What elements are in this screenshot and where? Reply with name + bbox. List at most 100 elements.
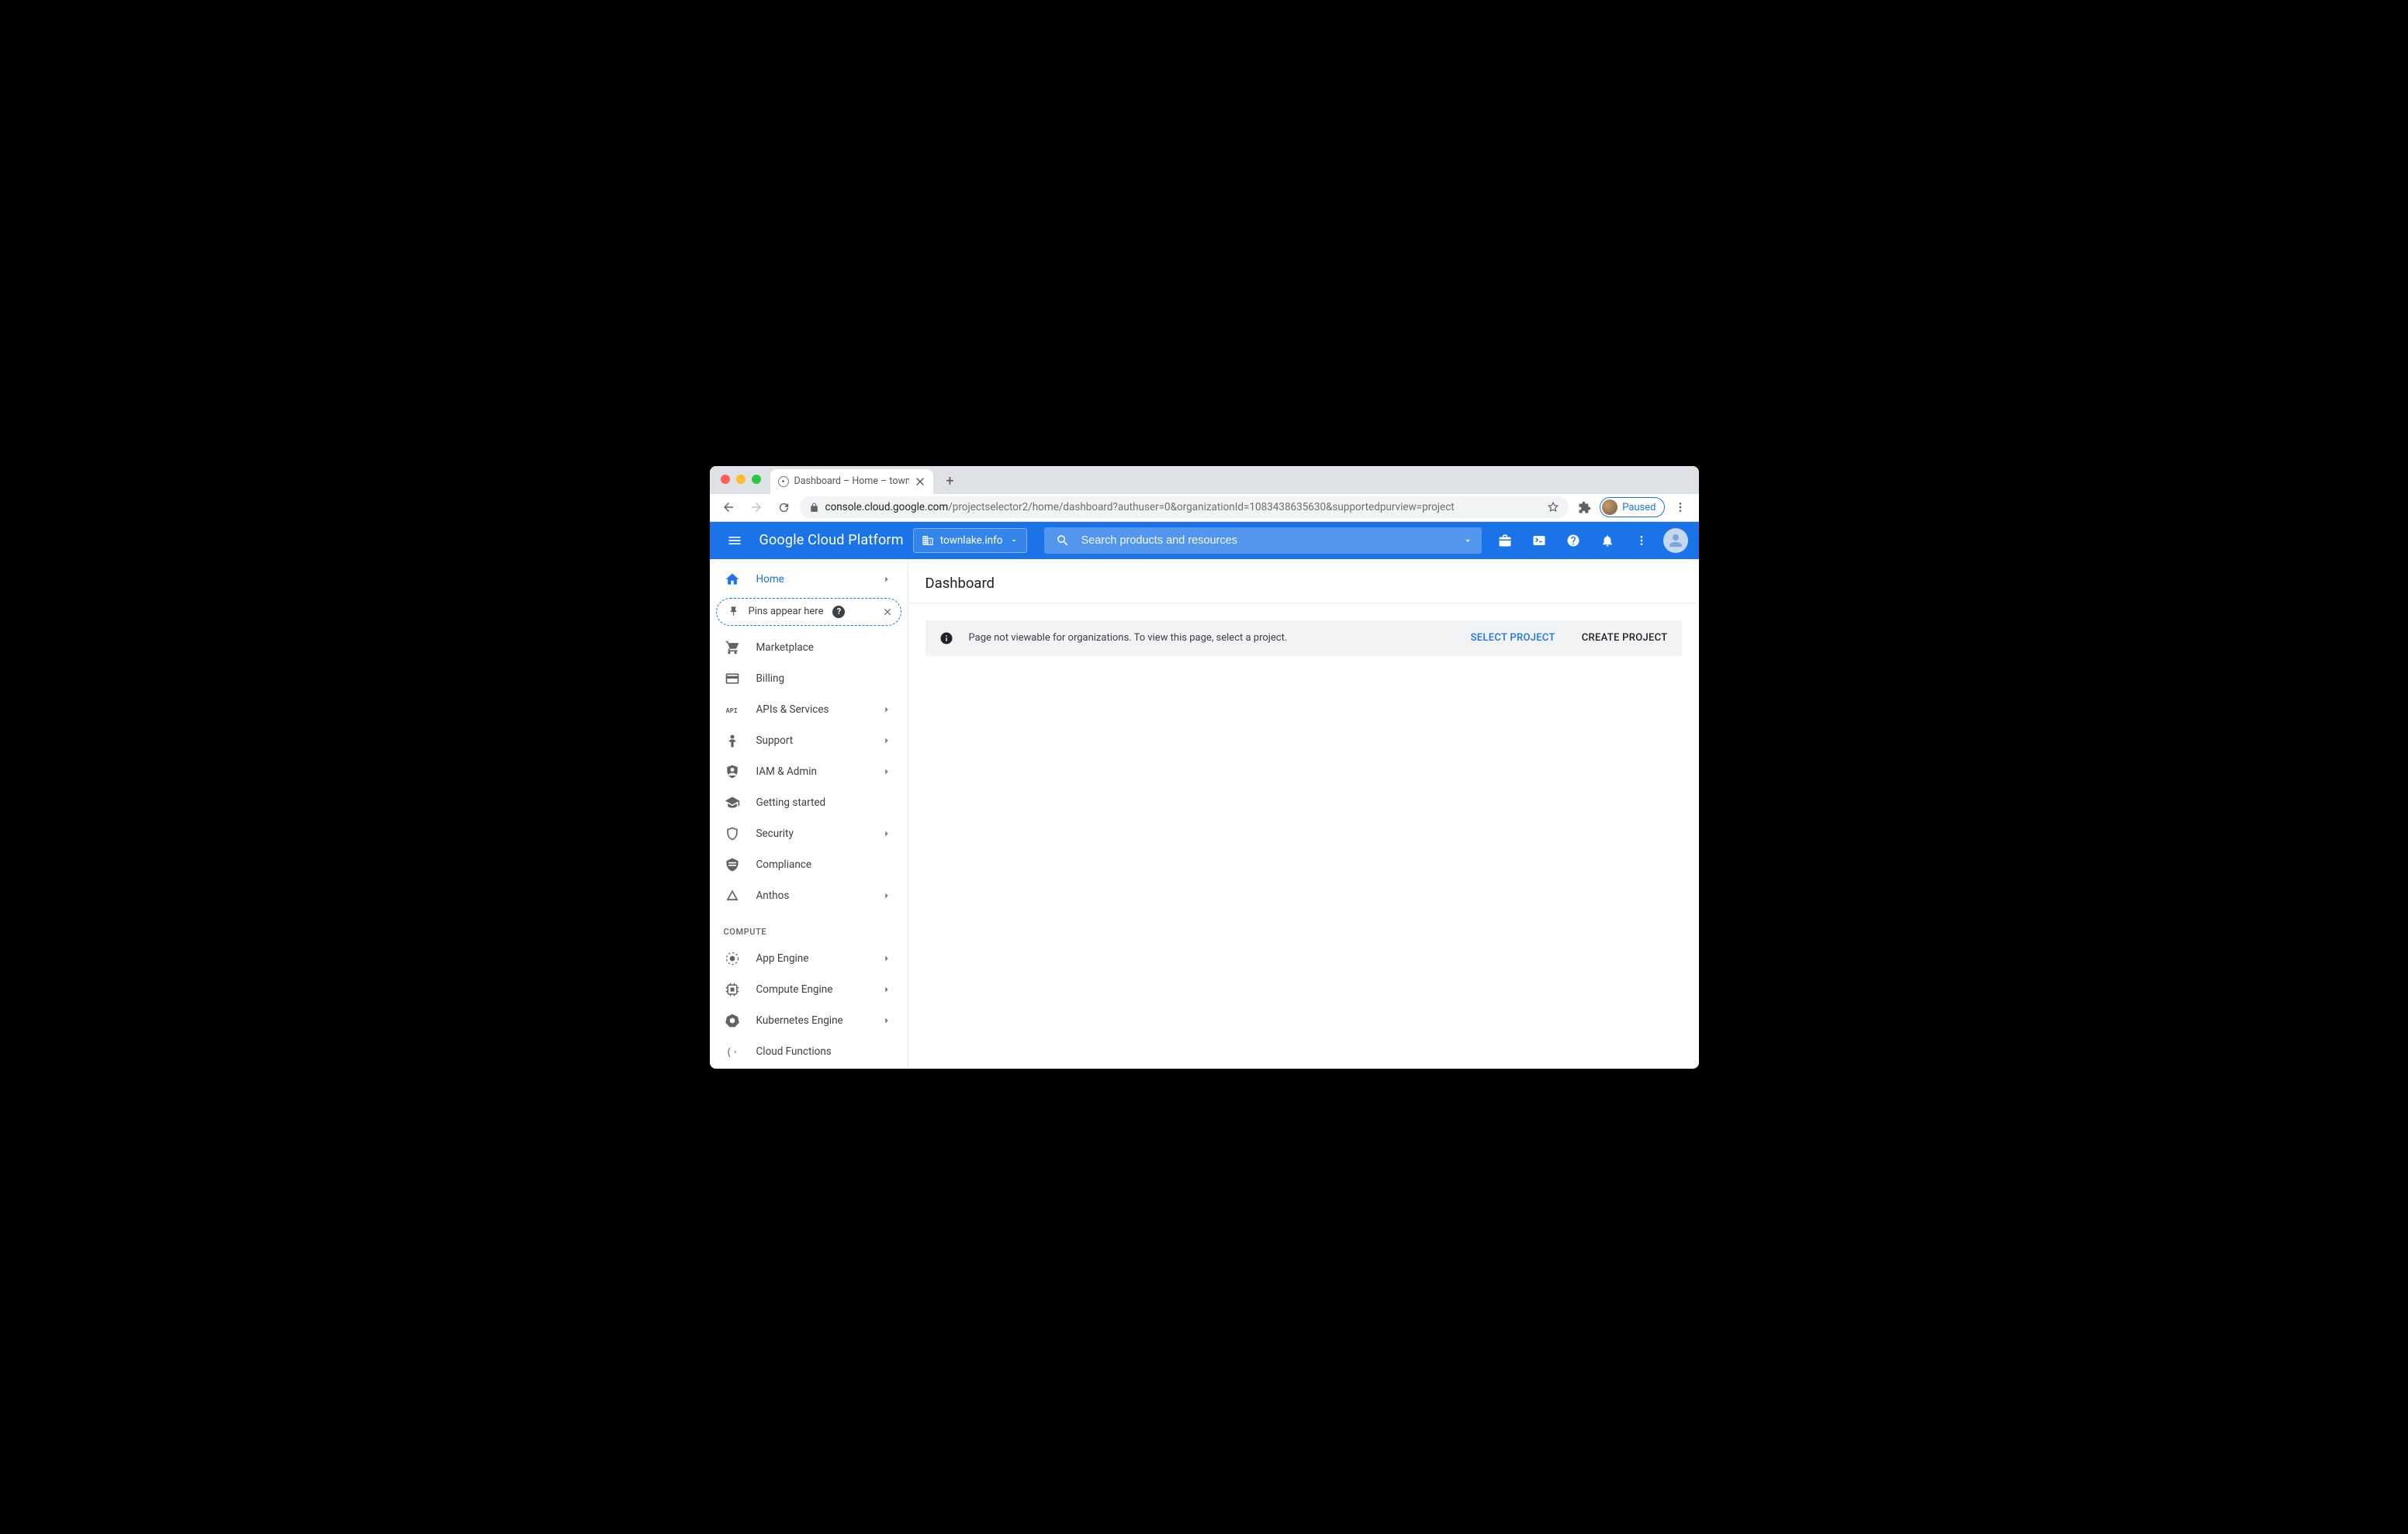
functions-icon — [724, 1043, 741, 1060]
chevron-right-icon — [881, 766, 892, 777]
gcp-header: Google Cloud Platform townlake.info — [710, 522, 1699, 559]
tab-title: Dashboard – Home – townlake — [794, 475, 909, 487]
free-trial-icon[interactable] — [1491, 527, 1519, 555]
compliance-icon — [724, 856, 741, 873]
sidebar-item-label: Getting started — [756, 796, 892, 809]
sidebar-item-anthos[interactable]: Anthos — [710, 880, 908, 911]
account-avatar[interactable] — [1662, 527, 1690, 555]
new-tab-button[interactable]: + — [939, 471, 961, 492]
anthos-icon — [724, 887, 741, 904]
project-picker[interactable]: townlake.info — [913, 528, 1027, 553]
maximize-window-button[interactable] — [752, 475, 761, 484]
reload-button[interactable] — [772, 495, 797, 520]
search-dropdown-button[interactable] — [1454, 535, 1482, 546]
sidebar-item-label: Cloud Functions — [756, 1045, 892, 1058]
sidebar-item-label: Anthos — [756, 890, 866, 902]
window-controls — [721, 475, 761, 484]
sidebar-item-label: Billing — [756, 672, 892, 685]
info-banner: Page not viewable for organizations. To … — [925, 620, 1682, 656]
info-icon — [939, 631, 953, 645]
grad-icon — [724, 794, 741, 811]
sidebar-item-label: APIs & Services — [756, 703, 866, 716]
sidebar-section-compute: COMPUTE — [710, 911, 908, 943]
sidebar-item-compliance[interactable]: Compliance — [710, 849, 908, 880]
forward-button[interactable] — [744, 495, 769, 520]
header-utilities — [1491, 527, 1690, 555]
notifications-icon[interactable] — [1593, 527, 1621, 555]
iam-icon — [724, 763, 741, 780]
extensions-button[interactable] — [1572, 501, 1597, 514]
organization-icon — [922, 534, 934, 547]
sidebar-item-label: Kubernetes Engine — [756, 1014, 866, 1027]
banner-message: Page not viewable for organizations. To … — [969, 632, 1455, 644]
sidebar-item-compute-engine[interactable]: Compute Engine — [710, 974, 908, 1005]
close-tab-button[interactable] — [915, 476, 925, 487]
tab-favicon-icon — [778, 476, 789, 487]
sidebar-item-label: App Engine — [756, 952, 866, 965]
brand-logo[interactable]: Google Cloud Platform — [759, 532, 904, 548]
search-input[interactable] — [1081, 534, 1449, 547]
chevron-right-icon — [881, 574, 892, 585]
sidebar-item-billing[interactable]: Billing — [710, 663, 908, 694]
sidebar-item-label: Home — [756, 573, 866, 586]
profile-paused-button[interactable]: Paused — [1600, 497, 1664, 517]
support-icon — [724, 732, 741, 749]
page-title: Dashboard — [908, 559, 1699, 603]
pins-help-button[interactable]: ? — [832, 606, 845, 618]
sidebar-item-getting-started[interactable]: Getting started — [710, 787, 908, 818]
sidebar-item-support[interactable]: Support — [710, 725, 908, 756]
billing-icon — [724, 670, 741, 687]
minimize-window-button[interactable] — [736, 475, 746, 484]
profile-avatar-icon — [1602, 499, 1617, 515]
chevron-right-icon — [881, 735, 892, 746]
compute-icon — [724, 981, 741, 998]
close-window-button[interactable] — [721, 475, 730, 484]
cart-icon — [724, 639, 741, 656]
project-name: townlake.info — [940, 534, 1003, 547]
sidebar-item-label: Marketplace — [756, 641, 892, 654]
chevron-right-icon — [881, 890, 892, 901]
sidebar-item-security[interactable]: Security — [710, 818, 908, 849]
sidebar-item-marketplace[interactable]: Marketplace — [710, 632, 908, 663]
address-field[interactable]: console.cloud.google.com/projectselector… — [800, 496, 1569, 518]
nav-menu-button[interactable] — [719, 525, 750, 556]
bookmark-star-icon[interactable] — [1547, 501, 1559, 513]
sidebar: Home Pins appear here ? Marketplace Billi… — [710, 559, 908, 1069]
sidebar-item-app-engine[interactable]: App Engine — [710, 943, 908, 974]
sidebar-item-apis-services[interactable]: APIs & Services — [710, 694, 908, 725]
sidebar-item-kubernetes-engine[interactable]: Kubernetes Engine — [710, 1005, 908, 1036]
search-icon — [1049, 530, 1077, 551]
security-icon — [724, 825, 741, 842]
browser-menu-button[interactable] — [1668, 501, 1693, 513]
sidebar-item-label: Compute Engine — [756, 983, 866, 996]
caret-down-icon — [1009, 536, 1019, 545]
browser-tab[interactable]: Dashboard – Home – townlake — [770, 469, 933, 494]
home-icon — [724, 571, 741, 588]
address-bar-row: console.cloud.google.com/projectselector… — [710, 494, 1699, 522]
overflow-menu-icon[interactable] — [1628, 527, 1656, 555]
create-project-button[interactable]: CREATE PROJECT — [1582, 632, 1668, 644]
pins-notice-text: Pins appear here — [749, 606, 824, 617]
help-icon[interactable] — [1559, 527, 1587, 555]
chevron-right-icon — [881, 1015, 892, 1026]
chevron-right-icon — [881, 704, 892, 715]
lock-icon — [809, 503, 819, 513]
sidebar-item-label: Support — [756, 734, 866, 747]
browser-window: Dashboard – Home – townlake + console.cl… — [710, 466, 1699, 1069]
chevron-right-icon — [881, 984, 892, 995]
sidebar-item-home[interactable]: Home — [710, 564, 908, 595]
tab-bar: Dashboard – Home – townlake + — [710, 466, 1699, 494]
cloud-shell-icon[interactable] — [1525, 527, 1553, 555]
pins-close-button[interactable] — [882, 606, 893, 617]
sidebar-item-cloud-functions[interactable]: Cloud Functions — [710, 1036, 908, 1067]
paused-label: Paused — [1622, 502, 1656, 513]
select-project-button[interactable]: SELECT PROJECT — [1471, 632, 1555, 644]
sidebar-item-iam-admin[interactable]: IAM & Admin — [710, 756, 908, 787]
k8s-icon — [724, 1012, 741, 1029]
appengine-icon — [724, 950, 741, 967]
pin-icon — [728, 606, 739, 617]
back-button[interactable] — [716, 495, 741, 520]
url-text: console.cloud.google.com/projectselector… — [825, 501, 1541, 513]
chevron-right-icon — [881, 828, 892, 839]
search-box[interactable] — [1044, 527, 1482, 554]
